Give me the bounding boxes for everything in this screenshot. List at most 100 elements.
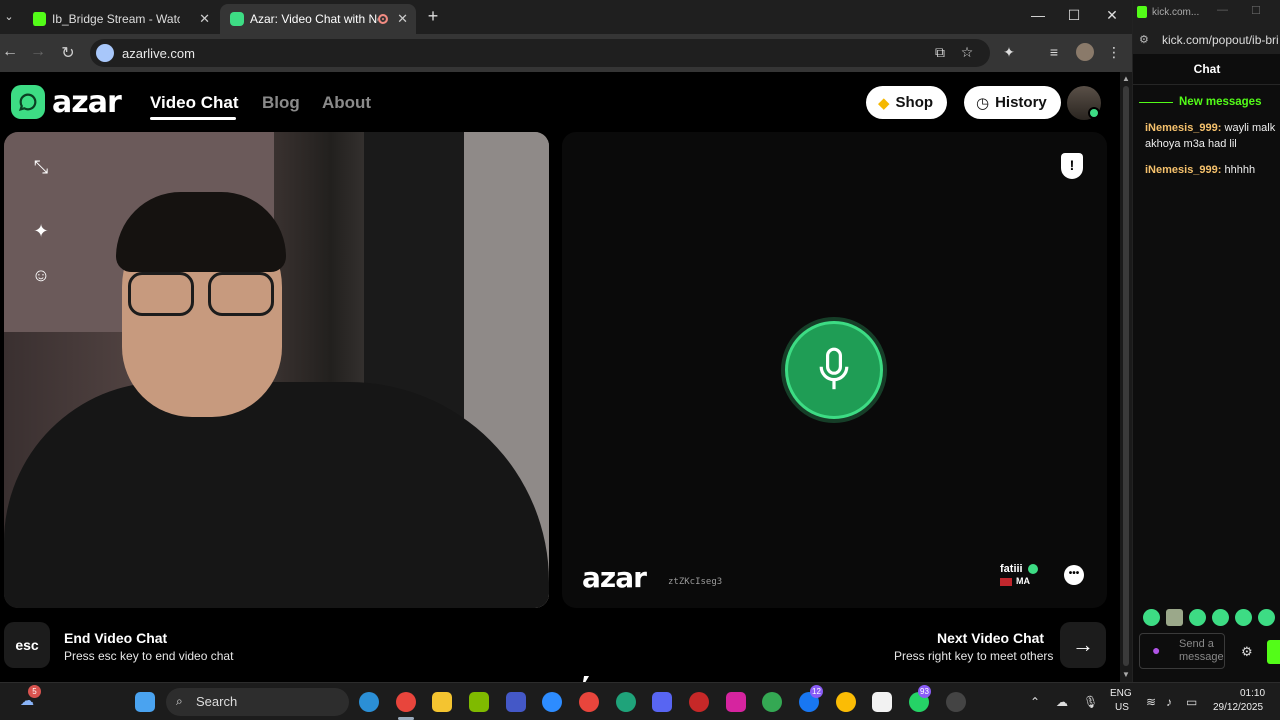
avatar-status-badge	[1088, 107, 1100, 119]
chrome-icon[interactable]	[836, 692, 856, 712]
report-shield-icon[interactable]: !	[1061, 153, 1083, 179]
mic-icon[interactable]: 🎙	[1083, 695, 1098, 709]
emote-icon[interactable]	[1258, 609, 1275, 626]
emote-icon[interactable]	[1212, 609, 1229, 626]
install-icon[interactable]: ⧉	[930, 44, 950, 61]
emote-icon[interactable]	[1166, 609, 1183, 626]
chat-message: iNemesis_999: hhhhh	[1145, 162, 1280, 178]
back-button[interactable]: ←	[0, 43, 20, 61]
nav-video-chat[interactable]: Video Chat	[150, 93, 238, 113]
tab-azar[interactable]: Azar: Video Chat with New ✕	[220, 4, 416, 34]
nav-about[interactable]: About	[322, 93, 371, 113]
clock-time[interactable]: 01:10	[1240, 688, 1265, 700]
kick-titlebar: kick.com... — ☐	[1133, 0, 1280, 26]
store-icon[interactable]	[469, 692, 489, 712]
site-info-icon[interactable]	[96, 44, 114, 62]
language-bottom[interactable]: US	[1115, 702, 1129, 714]
send-button[interactable]	[1267, 640, 1280, 664]
gear-icon[interactable]: ⚙	[1241, 644, 1253, 660]
start-icon[interactable]	[135, 692, 155, 712]
emote-icon[interactable]	[1189, 609, 1206, 626]
reload-button[interactable]: ↻	[58, 43, 78, 63]
minimize-button[interactable]: —	[1217, 4, 1228, 16]
battery-icon[interactable]: ▭	[1186, 695, 1197, 709]
tab-title: Ib_Bridge Stream - Watch Live	[52, 12, 180, 26]
remote-app-icon[interactable]	[506, 692, 526, 712]
chrome-icon[interactable]	[396, 692, 416, 712]
esc-button[interactable]: esc	[4, 622, 50, 668]
browser-toolbar: ← → ↻ azarlive.com ⧉ ☆ ✦ ≡ ⋮	[0, 34, 1132, 72]
mic-icon[interactable]: ●	[1152, 642, 1160, 658]
file-explorer-icon[interactable]	[432, 692, 452, 712]
sparkle-effects-icon[interactable]: ✦	[26, 216, 56, 246]
minimize-view-icon[interactable]: ⤡	[26, 152, 56, 182]
star-icon[interactable]: ☆	[957, 44, 977, 61]
azar-logo-text[interactable]: azar	[52, 85, 122, 120]
taskbar-search[interactable]	[166, 688, 349, 716]
watermark-code: ztZKcIseg3	[668, 577, 723, 587]
capcut-icon[interactable]	[872, 692, 892, 712]
tab-kick-stream[interactable]: Ib_Bridge Stream - Watch Live ✕	[22, 4, 218, 34]
tab-search-icon[interactable]: ⌄	[0, 6, 18, 28]
kick-address-bar[interactable]: ⚙ kick.com/popout/ib-bri	[1133, 26, 1280, 54]
azar-logo-icon[interactable]	[11, 85, 45, 119]
language-top[interactable]: ENG	[1110, 688, 1132, 700]
new-messages-line	[1139, 102, 1173, 103]
new-tab-button[interactable]: +	[424, 6, 442, 27]
url-text: azarlive.com	[122, 46, 195, 61]
tab-close-icon[interactable]: ✕	[199, 11, 210, 27]
chat-username[interactable]: iNemesis_999:	[1145, 122, 1221, 134]
instagram-icon[interactable]	[726, 692, 746, 712]
address-bar[interactable]: azarlive.com	[90, 39, 990, 67]
chrome-icon[interactable]	[579, 692, 599, 712]
new-messages-label: New messages	[1179, 96, 1262, 108]
scroll-down-icon[interactable]: ▼	[1122, 670, 1130, 679]
clock-date[interactable]: 29/12/2025	[1213, 702, 1263, 714]
emote-icon[interactable]	[1143, 609, 1160, 626]
divider	[1133, 84, 1280, 85]
close-window-button[interactable]: ✕	[1102, 7, 1122, 24]
media-icon[interactable]: ≡	[1044, 44, 1064, 60]
scroll-up-icon[interactable]: ▲	[1122, 74, 1130, 83]
next-video-chat-hint: Press right key to meet others	[894, 649, 1054, 663]
tray-chevron-icon[interactable]: ⌃	[1030, 695, 1040, 709]
tab-close-icon[interactable]: ✕	[397, 11, 408, 27]
kick-window-title: kick.com...	[1152, 7, 1200, 18]
cloud-icon[interactable]: ☁	[1056, 695, 1068, 709]
profile-icon[interactable]	[1076, 43, 1094, 61]
person-glasses	[128, 272, 278, 316]
next-button[interactable]: →	[1060, 622, 1106, 668]
chrome-icon[interactable]	[762, 692, 782, 712]
app-icon[interactable]	[946, 692, 966, 712]
app-icon[interactable]	[689, 692, 709, 712]
end-video-chat-title: End Video Chat	[64, 630, 168, 646]
forward-button[interactable]: →	[28, 43, 48, 61]
discord-icon[interactable]	[652, 692, 672, 712]
nav-blog[interactable]: Blog	[262, 93, 300, 113]
volume-icon[interactable]: ♪	[1166, 695, 1172, 709]
nav-active-underline	[150, 117, 236, 120]
edge-icon[interactable]	[359, 692, 379, 712]
chat-username[interactable]: iNemesis_999:	[1145, 164, 1221, 176]
chat-title: Chat	[1193, 62, 1221, 76]
maximize-button[interactable]: ☐	[1251, 4, 1261, 17]
maximize-button[interactable]: ☐	[1064, 7, 1084, 24]
zoom-icon[interactable]	[542, 692, 562, 712]
emote-icon[interactable]	[1235, 609, 1252, 626]
wifi-icon[interactable]: ≋	[1146, 695, 1156, 709]
search-label: Search	[196, 694, 238, 709]
page-scrollbar[interactable]: ▲ ▼	[1120, 72, 1132, 682]
end-video-chat-hint: Press esc key to end video chat	[64, 649, 234, 663]
menu-icon[interactable]: ⋮	[1104, 44, 1124, 61]
face-filter-icon[interactable]: ☺	[26, 260, 56, 290]
search-icon: ⌕	[176, 694, 183, 708]
history-button[interactable]: ◷ History	[964, 86, 1061, 119]
tab-strip: ⌄ Ib_Bridge Stream - Watch Live ✕ Azar: …	[0, 0, 1132, 34]
scroll-thumb[interactable]	[1123, 86, 1129, 666]
minimize-button[interactable]: —	[1028, 7, 1048, 23]
shop-button[interactable]: ◆ Shop	[866, 86, 948, 119]
app-icon[interactable]	[616, 692, 636, 712]
extensions-icon[interactable]: ✦	[999, 44, 1019, 61]
site-info-icon[interactable]: ⚙	[1139, 33, 1149, 46]
chat-bubble-icon[interactable]: •••	[1064, 565, 1084, 585]
